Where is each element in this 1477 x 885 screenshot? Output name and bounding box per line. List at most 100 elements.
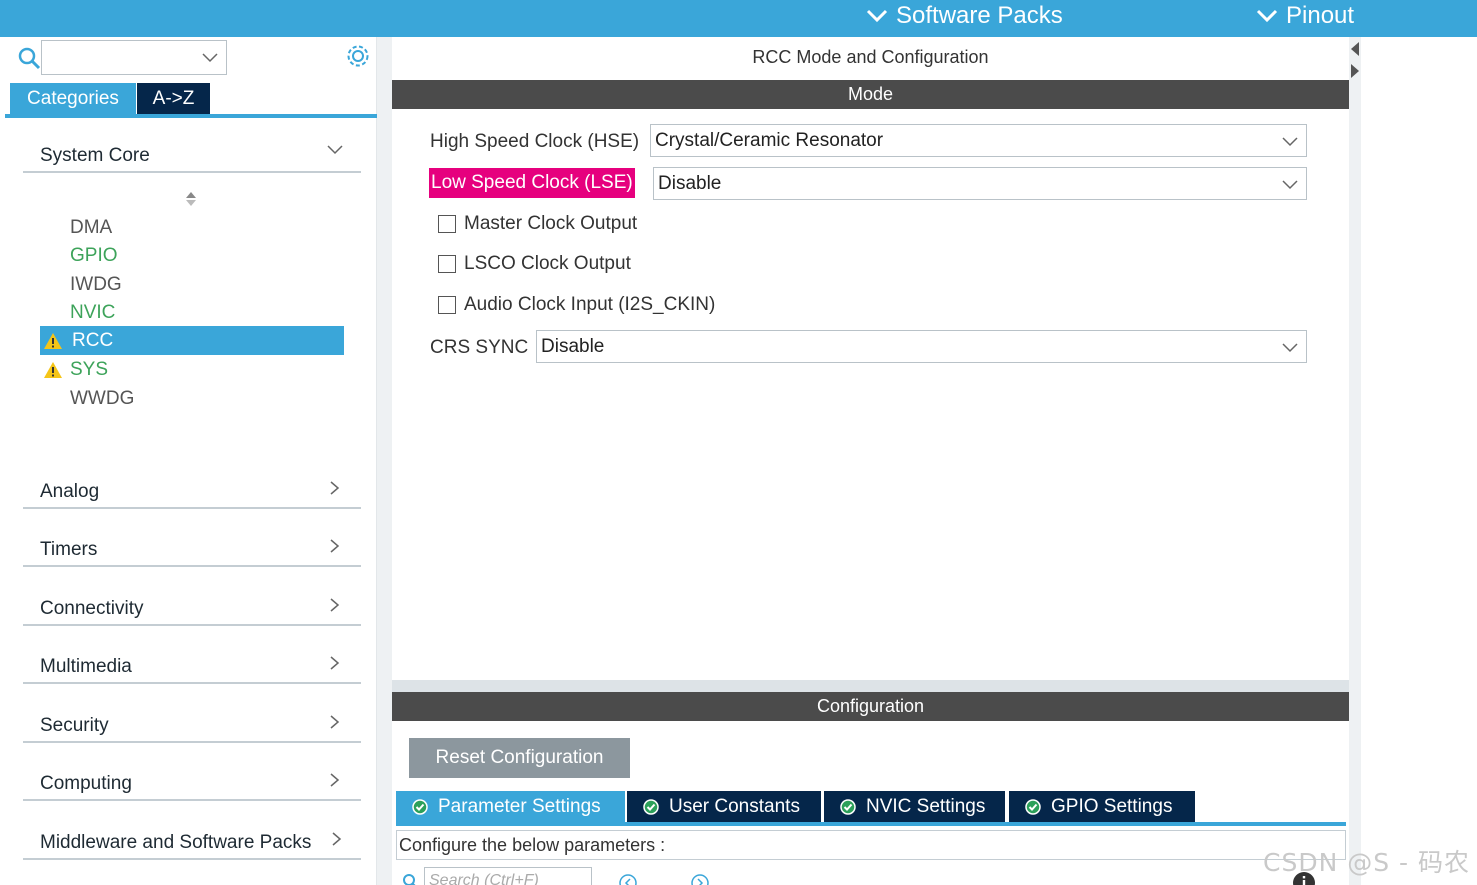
category-middleware[interactable]: Middleware and Software Packs — [23, 822, 361, 860]
chevron-down-icon — [866, 9, 888, 23]
tab-underline — [396, 822, 1346, 826]
lse-value: Disable — [658, 173, 722, 194]
categories-panel: Categories A->Z System Core DMA GPIO IWD… — [5, 37, 377, 885]
search-icon[interactable] — [17, 46, 41, 70]
master-clock-output-checkbox[interactable]: Master Clock Output — [438, 212, 637, 236]
warning-icon — [44, 333, 62, 349]
category-computing[interactable]: Computing — [23, 763, 361, 801]
category-label: Analog — [40, 481, 100, 502]
right-collapse-strip[interactable] — [1349, 37, 1361, 885]
check-circle-icon — [840, 798, 856, 815]
check-circle-icon — [643, 798, 659, 815]
lse-select[interactable]: Disable — [653, 167, 1307, 200]
lse-label: Low Speed Clock (LSE) — [429, 168, 635, 198]
checkbox-box[interactable] — [438, 296, 456, 314]
reset-configuration-button[interactable]: Reset Configuration — [409, 738, 630, 778]
core-item-label: GPIO — [70, 245, 118, 266]
chevron-down-icon — [202, 53, 218, 63]
config-hint: Configure the below parameters : — [396, 830, 1346, 860]
core-item-label: IWDG — [70, 274, 122, 295]
category-label: Middleware and Software Packs — [40, 832, 312, 853]
tab-nvic-settings[interactable]: NVIC Settings — [824, 791, 1005, 822]
chevron-right-icon — [330, 715, 340, 729]
configuration-header: Configuration — [392, 692, 1349, 721]
checkbox-box[interactable] — [438, 215, 456, 233]
hse-select[interactable]: Crystal/Ceramic Resonator — [650, 124, 1307, 157]
chevron-right-icon — [330, 539, 340, 553]
tab-a-z[interactable]: A->Z — [137, 83, 210, 114]
tab-user-constants[interactable]: User Constants — [627, 791, 821, 822]
checkbox-label: LSCO Clock Output — [464, 253, 631, 274]
tab-gpio-settings[interactable]: GPIO Settings — [1009, 791, 1195, 822]
tab-parameter-settings[interactable]: Parameter Settings — [396, 791, 625, 822]
core-item-label: DMA — [70, 217, 113, 238]
mode-config-splitter[interactable] — [392, 680, 1349, 692]
category-label: Multimedia — [40, 656, 132, 677]
chevron-down-icon — [1282, 137, 1298, 147]
search-combo[interactable] — [41, 40, 227, 75]
core-item-label: NVIC — [70, 302, 116, 323]
category-multimedia[interactable]: Multimedia — [23, 646, 361, 684]
parameter-search-input[interactable]: Search (Ctrl+F) — [424, 867, 592, 885]
core-item-sys[interactable]: SYS — [40, 355, 344, 384]
hse-value: Crystal/Ceramic Resonator — [655, 130, 884, 151]
crs-sync-value: Disable — [541, 336, 605, 357]
category-connectivity[interactable]: Connectivity — [23, 588, 361, 626]
watermark: CSDN @S - 码农 — [1263, 848, 1471, 877]
lsco-clock-output-checkbox[interactable]: LSCO Clock Output — [438, 252, 631, 276]
pinout-menu[interactable]: Pinout — [1256, 2, 1354, 30]
chevron-right-icon — [332, 832, 342, 846]
next-icon[interactable] — [690, 873, 710, 885]
chevron-right-icon — [330, 656, 340, 670]
category-analog[interactable]: Analog — [23, 471, 361, 509]
core-item-wwdg[interactable]: WWDG — [40, 384, 344, 413]
core-item-dma[interactable]: DMA — [40, 213, 344, 242]
tab-categories[interactable]: Categories — [10, 83, 136, 114]
core-item-iwdg[interactable]: IWDG — [40, 270, 344, 299]
previous-icon[interactable] — [618, 873, 638, 885]
core-item-rcc[interactable]: RCC — [40, 326, 344, 355]
tab-label: User Constants — [669, 796, 800, 817]
checkbox-label: Audio Clock Input (I2S_CKIN) — [464, 294, 716, 315]
sort-icon[interactable] — [184, 190, 198, 208]
mode-header: Mode — [392, 80, 1349, 109]
crs-sync-select[interactable]: Disable — [536, 330, 1307, 363]
checkbox-box[interactable] — [438, 255, 456, 273]
category-label: Timers — [40, 539, 98, 560]
software-packs-label: Software Packs — [896, 2, 1063, 29]
tab-label: GPIO Settings — [1051, 796, 1173, 817]
chevron-down-icon — [1256, 9, 1278, 23]
chevron-down-icon — [327, 145, 343, 155]
tab-label: Parameter Settings — [438, 796, 601, 817]
check-circle-icon — [1025, 798, 1041, 815]
category-label: System Core — [40, 145, 150, 166]
category-timers[interactable]: Timers — [23, 529, 361, 567]
warning-icon — [44, 362, 62, 378]
check-circle-icon — [412, 798, 428, 815]
top-bar: Software Packs Pinout — [0, 0, 1477, 37]
expand-right-icon[interactable] — [1350, 63, 1360, 79]
category-label: Connectivity — [40, 598, 144, 619]
checkbox-label: Master Clock Output — [464, 213, 638, 234]
panel-splitter[interactable] — [377, 37, 392, 885]
tab-label: NVIC Settings — [866, 796, 986, 817]
core-item-gpio[interactable]: GPIO — [40, 241, 344, 270]
software-packs-menu[interactable]: Software Packs — [866, 2, 1063, 30]
chevron-right-icon — [330, 481, 340, 495]
rcc-config-panel: RCC Mode and Configuration Mode High Spe… — [392, 37, 1349, 885]
hse-label: High Speed Clock (HSE) — [430, 131, 640, 152]
gear-icon[interactable] — [345, 43, 371, 69]
pinout-label: Pinout — [1286, 2, 1355, 29]
category-security[interactable]: Security — [23, 705, 361, 743]
chevron-right-icon — [330, 773, 340, 787]
crs-sync-label: CRS SYNC — [430, 337, 529, 358]
audio-clock-input-checkbox[interactable]: Audio Clock Input (I2S_CKIN) — [438, 293, 715, 317]
tab-underline — [5, 114, 377, 118]
category-label: Security — [40, 715, 109, 736]
core-item-nvic[interactable]: NVIC — [40, 298, 344, 327]
collapse-left-icon[interactable] — [1350, 41, 1360, 57]
chevron-down-icon — [1282, 343, 1298, 353]
search-icon[interactable] — [402, 873, 418, 885]
core-item-label: WWDG — [70, 388, 135, 409]
category-system-core[interactable]: System Core — [23, 135, 361, 173]
